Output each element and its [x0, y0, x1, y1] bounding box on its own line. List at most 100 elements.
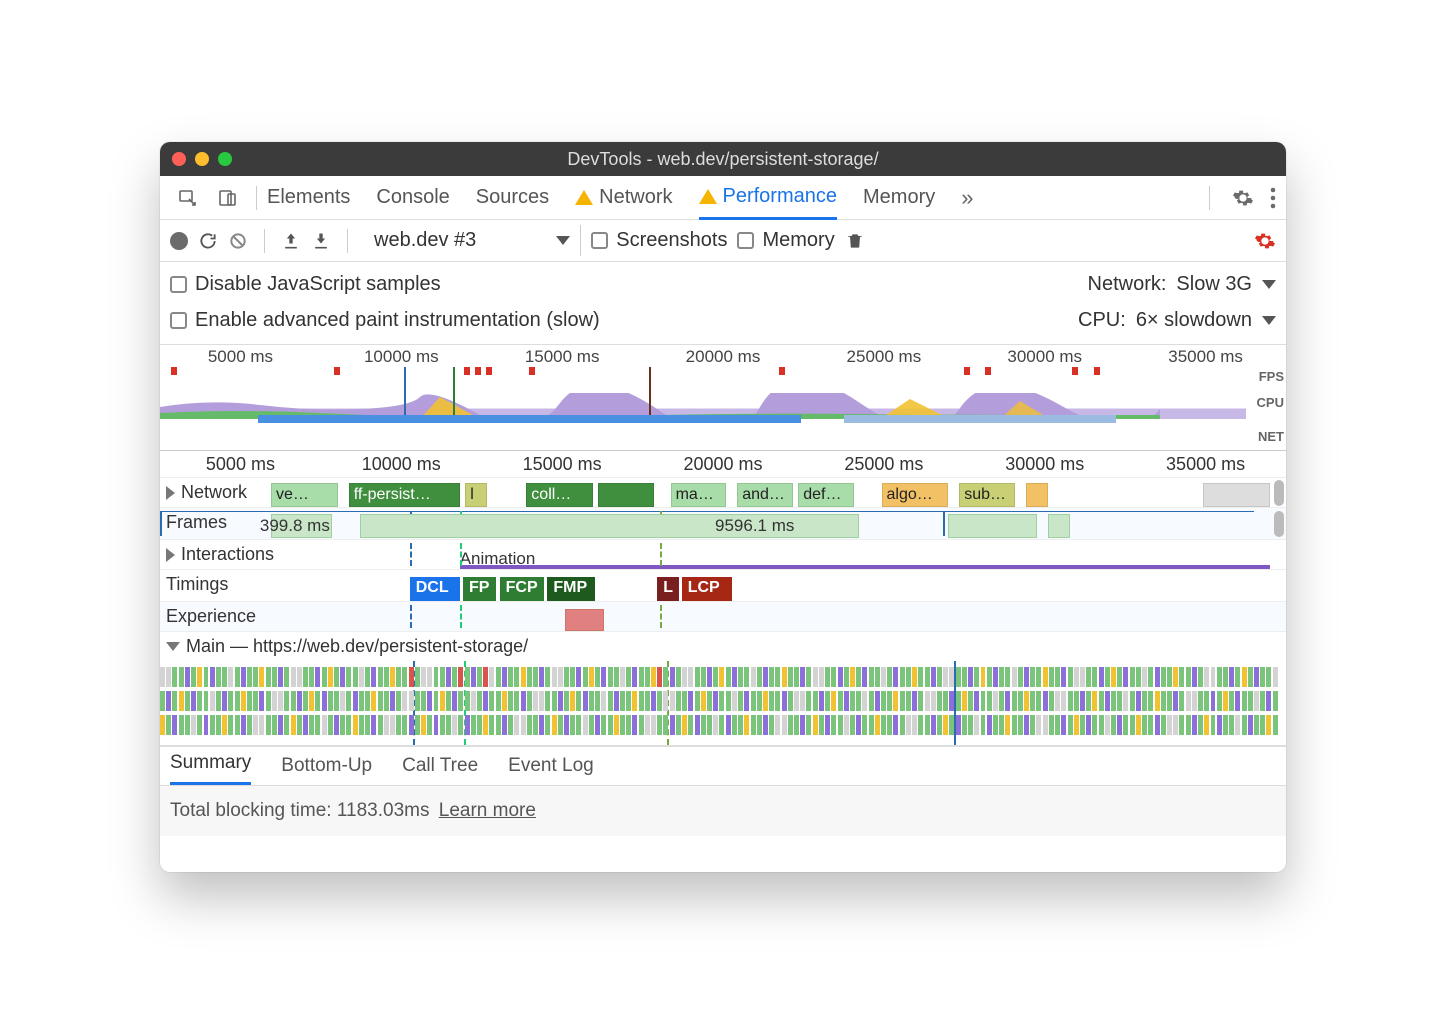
divider	[256, 186, 257, 210]
capture-options: Disable JavaScript samples Network: Slow…	[160, 262, 1286, 345]
experience-block[interactable]	[565, 609, 604, 631]
network-request-chip[interactable]	[598, 483, 654, 507]
network-request-chip[interactable]	[1203, 483, 1270, 507]
disclosure-icon[interactable]	[166, 642, 180, 651]
network-request-chip[interactable]: sub…	[959, 483, 1015, 507]
memory-label: Memory	[762, 229, 834, 252]
detail-tab-bottomup[interactable]: Bottom-Up	[281, 747, 372, 785]
track-main-flamechart[interactable]	[160, 661, 1286, 745]
summary-panel: Total blocking time: 1183.03ms Learn mor…	[160, 785, 1286, 836]
timing-marker-fp[interactable]: FP	[463, 577, 496, 601]
cpu-label: CPU:	[1078, 309, 1126, 332]
track-interactions[interactable]: Interactions Animation	[160, 539, 1286, 569]
clear-icon[interactable]	[228, 231, 248, 251]
scrollbar-thumb[interactable]	[1274, 511, 1284, 537]
tab-console[interactable]: Console	[376, 177, 449, 218]
timing-marker-lcp[interactable]: LCP	[682, 577, 732, 601]
devtools-window: DevTools - web.dev/persistent-storage/ E…	[160, 142, 1286, 872]
load-profile-icon[interactable]	[281, 231, 301, 251]
network-request-chip[interactable]: ve…	[271, 483, 338, 507]
tbt-label: Total blocking time:	[170, 800, 337, 821]
timing-marker-dcl[interactable]: DCL	[410, 577, 460, 601]
learn-more-link[interactable]: Learn more	[439, 800, 536, 821]
track-main-label: Main — https://web.dev/persistent-storag…	[186, 636, 528, 657]
checkbox-icon	[170, 276, 187, 293]
divider	[1209, 186, 1210, 210]
tab-performance-label: Performance	[723, 185, 838, 208]
network-request-chip[interactable]: coll…	[526, 483, 593, 507]
more-tabs-icon[interactable]: »	[961, 185, 973, 211]
network-request-chip[interactable]: ma…	[671, 483, 727, 507]
cpu-throttle-select[interactable]: CPU: 6× slowdown	[1046, 302, 1276, 338]
timing-marker-fmp[interactable]: FMP	[547, 577, 595, 601]
trash-icon[interactable]	[845, 230, 865, 252]
detail-tabs: Summary Bottom-Up Call Tree Event Log	[160, 745, 1286, 785]
inspect-element-icon[interactable]	[170, 182, 206, 214]
device-toolbar-icon[interactable]	[210, 182, 246, 214]
detail-tab-summary[interactable]: Summary	[170, 744, 251, 785]
reload-icon[interactable]	[198, 231, 218, 251]
overview-minimap[interactable]	[160, 367, 1246, 423]
panel-tabs: Elements Console Sources Network Perform…	[267, 176, 1199, 219]
timeline-overview[interactable]: 5000 ms10000 ms15000 ms 20000 ms25000 ms…	[160, 345, 1286, 451]
chevron-down-icon	[556, 236, 570, 245]
cpu-value: 6× slowdown	[1136, 309, 1252, 332]
flamechart-ruler[interactable]: 5000 ms10000 ms15000 ms 20000 ms25000 ms…	[160, 451, 1286, 477]
kebab-menu-icon[interactable]	[1270, 187, 1276, 209]
timing-marker-fcp[interactable]: FCP	[500, 577, 544, 601]
detail-tab-eventlog[interactable]: Event Log	[508, 747, 594, 785]
disable-js-checkbox[interactable]: Disable JavaScript samples	[170, 273, 441, 296]
network-request-chip[interactable]	[1026, 483, 1048, 507]
paint-instrumentation-checkbox[interactable]: Enable advanced paint instrumentation (s…	[170, 309, 600, 332]
tab-memory[interactable]: Memory	[863, 177, 935, 218]
warning-icon	[699, 189, 717, 204]
network-request-chip[interactable]: and…	[737, 483, 793, 507]
detail-tab-calltree[interactable]: Call Tree	[402, 747, 478, 785]
gear-icon[interactable]	[1232, 187, 1254, 209]
timing-marker-l[interactable]: L	[657, 577, 679, 601]
frame-duration: 9596.1 ms	[715, 516, 794, 536]
frame-duration: 399.8 ms	[260, 516, 330, 536]
network-request-chip[interactable]: def…	[798, 483, 854, 507]
tab-sources[interactable]: Sources	[476, 177, 549, 218]
tab-elements[interactable]: Elements	[267, 177, 350, 218]
divider	[264, 229, 265, 253]
track-main-header[interactable]: Main — https://web.dev/persistent-storag…	[160, 631, 1286, 661]
tbt-value: 1183.03ms	[337, 800, 430, 821]
checkbox-icon	[737, 232, 754, 249]
checkbox-icon	[591, 232, 608, 249]
record-icon[interactable]	[170, 232, 188, 250]
track-experience[interactable]: Experience	[160, 601, 1286, 631]
network-label: Network:	[1088, 273, 1167, 296]
tab-network-label: Network	[599, 186, 672, 209]
overview-ticks: 5000 ms10000 ms15000 ms 20000 ms25000 ms…	[160, 347, 1286, 367]
memory-checkbox[interactable]: Memory	[737, 229, 834, 252]
tab-network[interactable]: Network	[575, 177, 672, 218]
profile-select-value: web.dev #3	[374, 229, 476, 252]
scrollbar-thumb[interactable]	[1274, 480, 1284, 506]
window-title: DevTools - web.dev/persistent-storage/	[160, 149, 1286, 170]
chevron-down-icon	[1262, 316, 1276, 325]
network-throttle-select[interactable]: Network: Slow 3G	[1046, 266, 1276, 302]
divider	[347, 229, 348, 253]
warning-icon	[575, 190, 593, 205]
chevron-down-icon	[1262, 280, 1276, 289]
flamechart-tracks[interactable]: Network ve…ff-persist…lcoll…ma…and…def…a…	[160, 477, 1286, 745]
devtools-tabbar: Elements Console Sources Network Perform…	[160, 176, 1286, 220]
checkbox-icon	[170, 312, 187, 329]
track-network[interactable]: Network ve…ff-persist…lcoll…ma…and…def…a…	[160, 477, 1286, 507]
capture-settings-icon[interactable]	[1254, 230, 1276, 252]
tab-performance[interactable]: Performance	[699, 176, 838, 220]
save-profile-icon[interactable]	[311, 231, 331, 251]
profile-select[interactable]: web.dev #3	[364, 225, 581, 256]
network-request-chip[interactable]: l	[465, 483, 487, 507]
titlebar[interactable]: DevTools - web.dev/persistent-storage/	[160, 142, 1286, 176]
screenshots-checkbox[interactable]: Screenshots	[591, 229, 727, 252]
network-request-chip[interactable]: algo…	[882, 483, 949, 507]
disable-js-label: Disable JavaScript samples	[195, 273, 441, 296]
screenshots-label: Screenshots	[616, 229, 727, 252]
track-frames[interactable]: Frames 399.8 ms 9596.1 ms	[160, 507, 1286, 539]
paint-label: Enable advanced paint instrumentation (s…	[195, 309, 600, 332]
network-request-chip[interactable]: ff-persist…	[349, 483, 460, 507]
track-timings[interactable]: Timings DCLFPFCPFMPLLCP	[160, 569, 1286, 601]
